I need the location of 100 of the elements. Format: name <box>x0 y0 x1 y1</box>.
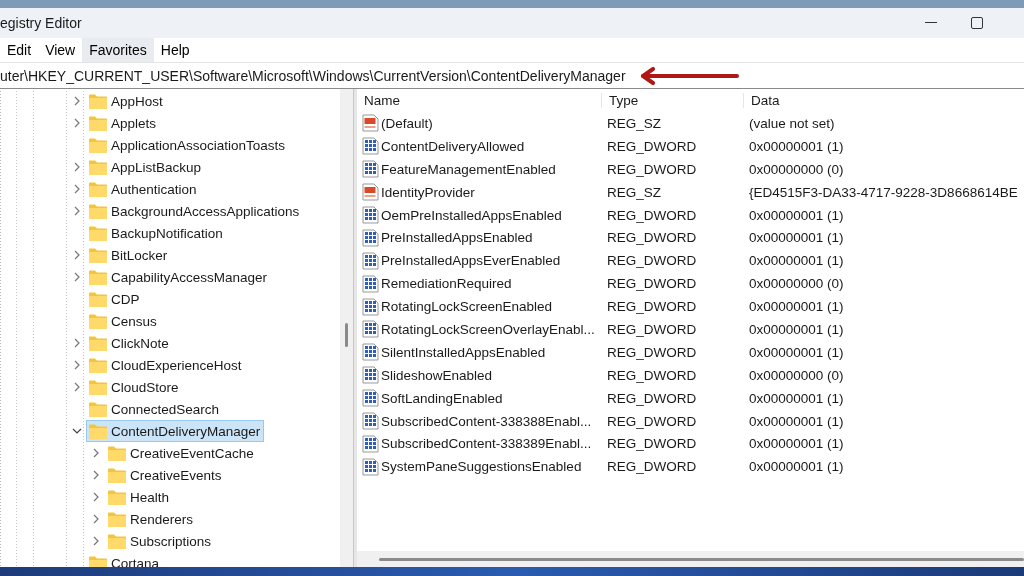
tree-item[interactable]: CapabilityAccessManager <box>86 266 272 288</box>
tree-item[interactable]: BackupNotification <box>86 222 227 244</box>
value-name: PreInstalledAppsEverEnabled <box>381 253 561 269</box>
folder-icon <box>89 181 107 197</box>
folder-icon <box>89 93 107 109</box>
tree-item[interactable]: ApplicationAssociationToasts <box>86 134 290 156</box>
chevron-right-icon[interactable] <box>91 492 101 502</box>
tree-item[interactable]: ContentDeliveryManager <box>86 420 265 442</box>
column-header[interactable]: Type <box>602 93 744 108</box>
tree-item[interactable]: BitLocker <box>86 244 172 266</box>
value-name: OemPreInstalledAppsEnabled <box>381 207 562 223</box>
chevron-right-icon[interactable] <box>72 162 82 172</box>
menu-item[interactable]: View <box>38 38 83 62</box>
value-type: REG_DWORD <box>606 276 698 292</box>
value-data: 0x00000001 (1) <box>748 253 845 269</box>
value-data: 0x00000001 (1) <box>748 344 845 360</box>
value-data: 0x00000001 (1) <box>748 390 845 406</box>
value-name: FeatureManagementEnabled <box>381 161 556 177</box>
chevron-right-icon[interactable] <box>91 514 101 524</box>
value-data: {ED4515F3-DA33-4717-9228-3D8668614BE <box>748 184 1019 200</box>
binary-value-icon <box>362 320 379 339</box>
folder-icon <box>89 313 107 329</box>
chevron-right-icon[interactable] <box>72 382 82 392</box>
tree-item[interactable]: Applets <box>86 112 161 134</box>
folder-icon <box>89 379 107 395</box>
binary-value-icon <box>362 412 379 430</box>
value-type: REG_DWORD <box>606 367 698 383</box>
tree-item[interactable]: CreativeEventCache <box>105 442 258 464</box>
value-data: 0x00000001 (1) <box>748 436 845 452</box>
value-name: SlideshowEnabled <box>381 367 493 383</box>
menu-item[interactable]: Edit <box>0 38 39 62</box>
value-data: 0x00000001 (1) <box>748 321 845 337</box>
folder-icon <box>108 489 126 505</box>
tree-item[interactable]: ClickNote <box>86 332 173 354</box>
binary-value-icon <box>362 343 379 362</box>
chevron-right-icon[interactable] <box>72 338 82 348</box>
chevron-right-icon[interactable] <box>91 448 101 458</box>
value-name: (Default) <box>381 115 433 131</box>
folder-icon <box>89 291 107 307</box>
folder-icon <box>89 401 107 417</box>
folder-icon <box>89 357 107 373</box>
tree-item[interactable]: CDP <box>86 288 144 310</box>
chevron-right-icon[interactable] <box>72 250 82 260</box>
value-data: 0x00000001 (1) <box>748 138 845 154</box>
value-type: REG_DWORD <box>606 161 698 177</box>
chevron-down-icon[interactable] <box>72 426 82 436</box>
value-type: REG_SZ <box>606 115 662 131</box>
chevron-right-icon[interactable] <box>72 96 82 106</box>
tree-item[interactable]: Authentication <box>86 178 201 200</box>
tree-item[interactable]: AppListBackup <box>86 156 206 178</box>
tree-item[interactable]: Subscriptions <box>105 530 216 552</box>
value-name: IdentityProvider <box>381 184 475 200</box>
column-header[interactable]: Name <box>357 93 602 108</box>
value-name: RotatingLockScreenEnabled <box>381 299 553 315</box>
tree-item[interactable]: CloudStore <box>86 376 183 398</box>
tree-item[interactable]: ConnectedSearch <box>86 398 224 420</box>
tree-item[interactable]: Health <box>105 486 174 508</box>
tree-item[interactable]: Renderers <box>105 508 198 530</box>
menu-item[interactable]: Favorites <box>82 38 154 62</box>
value-data: 0x00000000 (0) <box>748 367 845 383</box>
value-type: REG_DWORD <box>606 299 698 315</box>
folder-icon <box>108 445 126 461</box>
string-value-icon <box>362 183 379 202</box>
column-header[interactable]: Data <box>744 93 1024 108</box>
value-data: 0x00000001 (1) <box>748 413 845 429</box>
folder-icon <box>89 137 107 153</box>
chevron-right-icon[interactable] <box>72 184 82 194</box>
binary-value-icon <box>362 389 379 408</box>
address-bar[interactable]: uter\HKEY_CURRENT_USER\Software\Microsoft\Windows\CurrentVersion\ContentDeliveryManager <box>0 67 626 84</box>
scrollbar[interactable] <box>357 551 1024 567</box>
scrollbar[interactable] <box>340 89 353 567</box>
value-name: SystemPaneSuggestionsEnabled <box>381 459 582 475</box>
folder-icon <box>89 159 107 175</box>
folder-icon <box>89 225 107 241</box>
chevron-right-icon[interactable] <box>72 206 82 216</box>
chevron-right-icon[interactable] <box>72 272 82 282</box>
folder-icon <box>89 115 107 131</box>
string-value-icon <box>362 114 379 133</box>
chevron-right-icon[interactable] <box>72 360 82 370</box>
value-data: 0x00000000 (0) <box>748 276 845 292</box>
value-name: SubscribedContent-338389Enabl... <box>381 436 592 452</box>
tree-item[interactable]: CreativeEvents <box>105 464 226 486</box>
binary-value-icon <box>362 206 379 224</box>
tree-item[interactable]: AppHost <box>86 90 167 112</box>
value-type: REG_DWORD <box>606 459 698 475</box>
tree-item[interactable]: BackgroundAccessApplications <box>86 200 304 222</box>
chevron-right-icon[interactable] <box>72 118 82 128</box>
value-type: REG_DWORD <box>606 230 698 246</box>
value-name: RemediationRequired <box>381 276 512 292</box>
tree-item[interactable]: Census <box>86 310 161 332</box>
value-type: REG_DWORD <box>606 207 698 223</box>
folder-icon <box>89 423 107 439</box>
menu-item[interactable]: Help <box>153 38 197 62</box>
chevron-right-icon[interactable] <box>91 536 101 546</box>
tree-item[interactable]: CloudExperienceHost <box>86 354 246 376</box>
folder-icon <box>89 335 107 351</box>
value-type: REG_DWORD <box>606 436 698 452</box>
value-name: PreInstalledAppsEnabled <box>381 230 533 246</box>
chevron-right-icon[interactable] <box>91 470 101 480</box>
folder-icon <box>89 203 107 219</box>
